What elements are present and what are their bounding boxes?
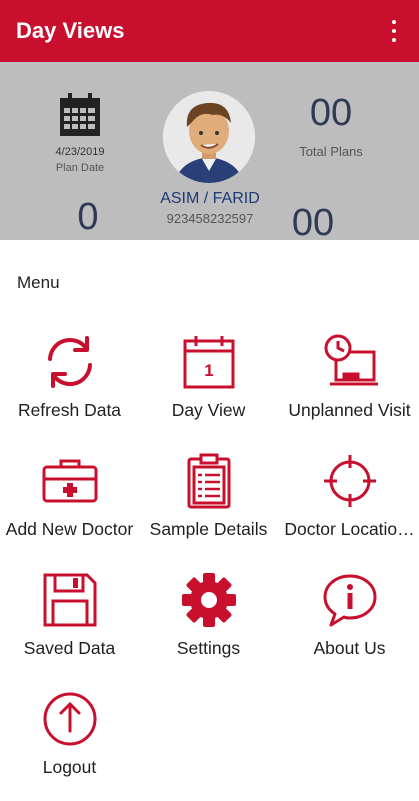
plan-date-label: Plan Date	[55, 162, 105, 174]
plan-date-value: 4/23/2019	[55, 146, 105, 158]
menu-item-settings[interactable]: Settings	[139, 572, 278, 682]
menu-item-refresh-data[interactable]: Refresh Data	[0, 334, 139, 444]
avatar	[163, 91, 255, 183]
menu-item-saved-data[interactable]: Saved Data	[0, 572, 139, 682]
menu-item-label: Sample Details	[149, 519, 268, 539]
menu-item-label: Logout	[42, 757, 97, 777]
menu-item-doctor-location[interactable]: Doctor Locatio…	[280, 453, 419, 563]
right-count: 00	[291, 202, 335, 240]
menu-item-label: Add New Doctor	[5, 519, 134, 539]
unplanned-visit-icon	[324, 334, 378, 386]
clipboard-icon	[187, 453, 231, 509]
menu-item-label: Settings	[176, 638, 241, 658]
menu-item-add-new-doctor[interactable]: Add New Doctor	[0, 453, 139, 563]
app-title: Day Views	[16, 18, 125, 43]
more-vert-icon[interactable]	[387, 17, 401, 45]
menu-item-label: Unplanned Visit	[288, 400, 411, 420]
crosshair-icon	[324, 455, 376, 507]
floppy-disk-icon	[43, 573, 97, 627]
menu-item-unplanned-visit[interactable]: Unplanned Visit	[280, 334, 419, 444]
menu-item-label: Refresh Data	[17, 400, 122, 420]
total-plans-count: 00	[309, 92, 353, 134]
total-plans-label: Total Plans	[299, 144, 363, 159]
calendar-grid-icon	[60, 93, 100, 136]
left-count: 0	[77, 196, 99, 238]
medical-kit-icon	[42, 459, 98, 503]
menu-item-label: About Us	[313, 638, 386, 658]
menu-title: Menu	[17, 273, 60, 292]
menu-item-label: Saved Data	[23, 638, 116, 658]
calendar-day-icon: 1	[183, 336, 235, 389]
gear-icon	[182, 573, 236, 627]
logout-icon	[43, 692, 97, 746]
menu-item-logout[interactable]: Logout	[0, 691, 139, 801]
info-bubble-icon	[323, 574, 377, 627]
menu-item-day-view[interactable]: 1 Day View	[139, 334, 278, 444]
calendar-day-number: 1	[204, 361, 213, 380]
menu-item-label: Day View	[171, 400, 246, 420]
app-bar: Day Views	[0, 0, 419, 62]
menu-item-about-us[interactable]: About Us	[280, 572, 419, 682]
refresh-icon	[48, 336, 92, 388]
profile-summary: 4/23/2019 Plan Date ASIM / FARID 9234582…	[0, 62, 419, 240]
avatar-illustration	[163, 91, 255, 183]
menu-item-label: Doctor Locatio…	[284, 519, 415, 539]
menu-item-sample-details[interactable]: Sample Details	[139, 453, 278, 563]
